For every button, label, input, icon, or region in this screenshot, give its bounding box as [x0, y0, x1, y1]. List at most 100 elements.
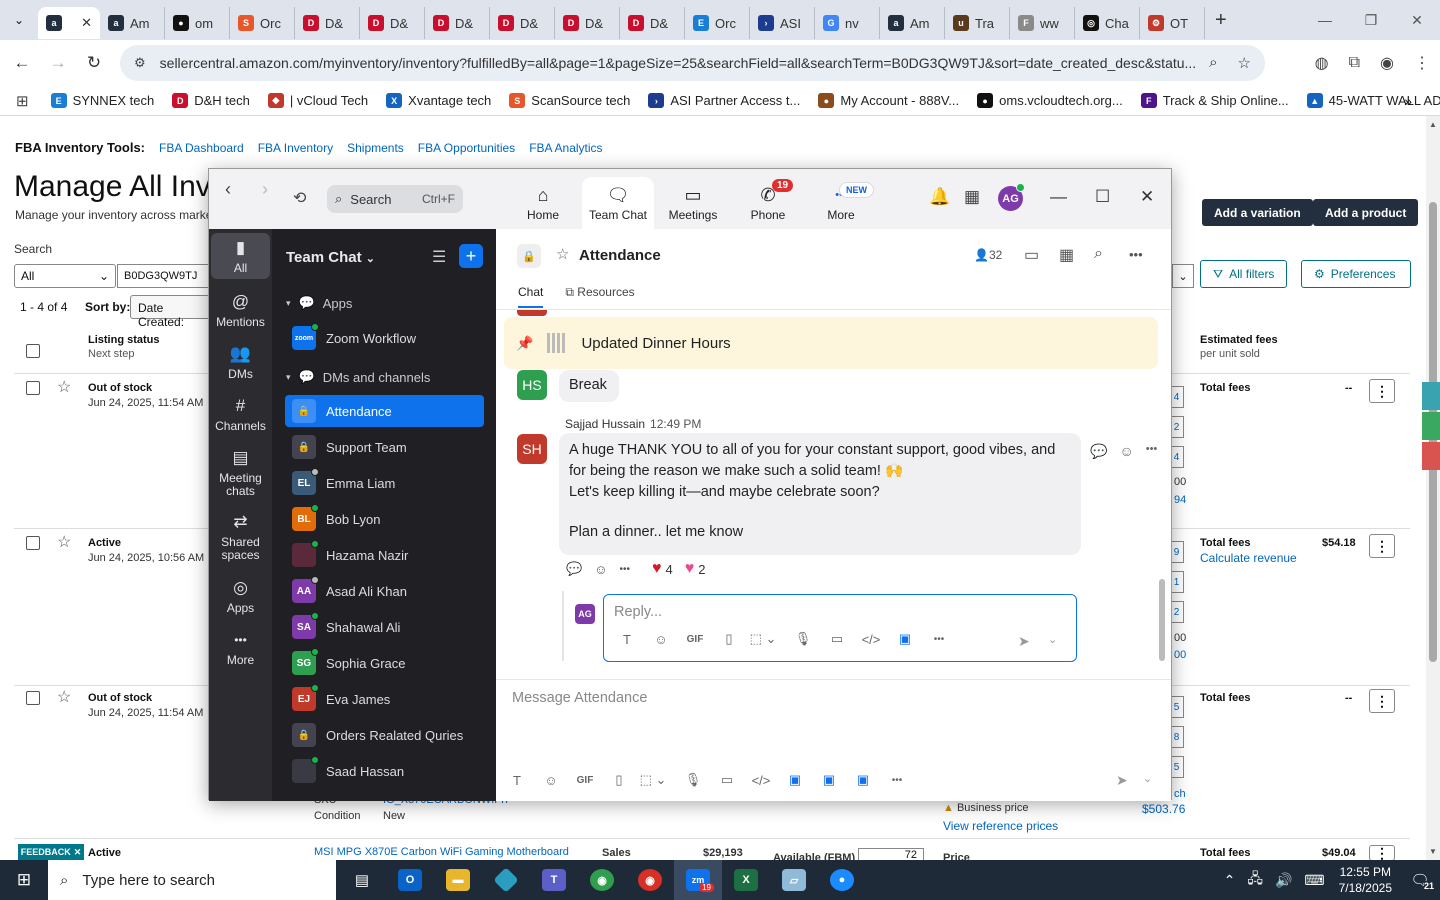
all-filters-button[interactable]: ⛛ All filters	[1200, 260, 1288, 288]
row-checkbox[interactable]	[26, 381, 40, 395]
close-tab-icon[interactable]: ✕	[81, 15, 92, 31]
row-actions-button[interactable]: ⋮	[1369, 534, 1395, 558]
video-icon[interactable]: ▭	[1024, 245, 1039, 265]
browser-tab[interactable]: ● om	[165, 7, 230, 39]
rail-item-dms[interactable]: 👥 DMs	[211, 345, 270, 381]
apps-grid-icon[interactable]: ⊞	[16, 92, 29, 110]
browser-tab[interactable]: a Am	[880, 7, 945, 39]
row-field-stub[interactable]: 8	[1170, 726, 1184, 748]
browser-tab[interactable]: D D&	[360, 7, 425, 39]
list-item[interactable]: SA Shahawal Ali	[285, 611, 484, 643]
members-count[interactable]: 👤32	[974, 248, 1002, 262]
windows-start-icon[interactable]: ⊞	[0, 860, 48, 900]
feedback-tab[interactable]: FEEDBACK ✕	[18, 844, 84, 860]
view-reference-prices-link[interactable]: View reference prices	[943, 819, 1058, 833]
list-item[interactable]: BL Bob Lyon	[285, 503, 484, 535]
row-checkbox[interactable]	[26, 691, 40, 705]
forward-icon[interactable]: ›	[262, 179, 268, 200]
reply-icon[interactable]: 💬	[1090, 443, 1107, 460]
team-chat-dropdown[interactable]: Team Chat ⌄	[286, 249, 375, 266]
more-dots-icon[interactable]: •••	[922, 634, 956, 645]
chrome-icon[interactable]: ◉	[578, 860, 626, 900]
side-widget-green[interactable]	[1422, 412, 1440, 440]
message-sender[interactable]: Sajjad Hussain	[565, 417, 645, 431]
rail-item-all[interactable]: ▮ All	[211, 233, 270, 279]
close-icon[interactable]: ✕	[74, 847, 82, 858]
calendar-icon[interactable]: ▦	[1059, 245, 1074, 265]
avatar[interactable]: HS	[517, 370, 547, 400]
search-icon[interactable]: ⌕	[1094, 245, 1103, 263]
list-item[interactable]: AA Asad Ali Khan	[285, 575, 484, 607]
file-explorer-icon[interactable]: ▬	[434, 860, 482, 900]
star-icon[interactable]: ☆	[57, 532, 71, 552]
close-icon[interactable]: ✕	[1394, 0, 1440, 40]
row-actions-button[interactable]: ⋮	[1369, 689, 1395, 713]
back-icon[interactable]: ‹	[225, 179, 231, 200]
list-item[interactable]: Hazama Nazir	[285, 539, 484, 571]
search-input[interactable]: B0DG3QW9TJ	[117, 264, 217, 288]
network-icon[interactable]: 🖧	[1247, 868, 1263, 892]
whiteboard-icon[interactable]: ▣	[888, 631, 922, 647]
notepad-icon[interactable]: ▱	[770, 860, 818, 900]
list-item[interactable]: Saad Hassan	[285, 755, 484, 787]
reaction-heart[interactable]: ♥ 4	[652, 560, 673, 578]
bookmark-item[interactable]: E SYNNEX tech	[50, 93, 154, 108]
browser-tab[interactable]: D D&	[555, 7, 620, 39]
maximize-icon[interactable]: ☐	[1095, 187, 1110, 207]
bookmark-item[interactable]: X Xvantage tech	[386, 93, 491, 108]
tab-resources[interactable]: ⧉ Resources	[565, 285, 634, 308]
row-actions-button[interactable]: ⋮	[1369, 845, 1395, 860]
list-item[interactable]: 🔒 Orders Realated Quries	[285, 719, 484, 751]
more-dots-icon[interactable]: •••	[1129, 247, 1143, 262]
browser-tab[interactable]: › ASI	[750, 7, 815, 39]
add-variation-button[interactable]: Add a variation	[1202, 199, 1313, 226]
extensions-puzzle-icon[interactable]: ⧉	[1349, 54, 1360, 72]
star-icon[interactable]: ☆	[57, 377, 71, 397]
minimize-icon[interactable]: —	[1302, 0, 1348, 40]
zoom-lens-icon[interactable]: ⌕	[1209, 54, 1217, 72]
browser-tab[interactable]: Gnv	[815, 7, 880, 39]
section-apps[interactable]: ▾ 💬 Apps	[286, 295, 352, 311]
site-info-icon[interactable]: ⚙	[134, 55, 146, 71]
scroll-down-icon[interactable]: ▼	[1429, 847, 1437, 856]
row-field-stub[interactable]: 1	[1170, 571, 1184, 593]
list-item[interactable]: EJ Eva James	[285, 683, 484, 715]
rail-item-meeting-chats[interactable]: ▤ Meeting chats	[211, 449, 270, 498]
browser-tab[interactable]: E Orc	[685, 7, 750, 39]
close-icon[interactable]: ✕	[1140, 187, 1154, 207]
add-reaction-icon[interactable]: ☺	[594, 562, 607, 577]
file-icon[interactable]: ▯	[602, 772, 636, 788]
notification-center-icon[interactable]: 🗨 21	[1406, 869, 1434, 891]
send-icon[interactable]: ➤	[1116, 772, 1128, 789]
file-icon[interactable]: ▯	[712, 631, 746, 647]
side-widget-teal[interactable]	[1422, 382, 1440, 410]
url-text[interactable]: sellercentral.amazon.com/myinventory/inv…	[160, 55, 1199, 71]
row-checkbox[interactable]	[26, 536, 40, 550]
reply-thread-icon[interactable]: 💬	[566, 561, 582, 577]
emoji-icon[interactable]: ☺	[644, 632, 678, 647]
row-field-stub[interactable]: 5	[1170, 756, 1184, 778]
browser-tab[interactable]: ⚙ OT	[1140, 7, 1205, 39]
row-field-stub[interactable]: 4	[1170, 386, 1184, 408]
calculate-revenue-link[interactable]: Calculate revenue	[1200, 551, 1297, 565]
browser-tab[interactable]: S Orc	[230, 7, 295, 39]
volume-icon[interactable]: 🔊	[1275, 872, 1292, 889]
row-field-stub[interactable]: 2	[1170, 601, 1184, 623]
send-options-chevron-icon[interactable]: ⌄	[1048, 633, 1057, 646]
tab-phone[interactable]: ✆ Phone 19	[732, 177, 804, 229]
more-dots-icon[interactable]: •••	[1146, 443, 1158, 460]
video-message-icon[interactable]: ▭	[710, 772, 744, 788]
browser-tab[interactable]: D D&	[490, 7, 555, 39]
new-tab-button[interactable]: +	[1215, 9, 1227, 32]
chrome-profile-icon[interactable]: ◉	[626, 860, 674, 900]
bookmark-item[interactable]: ◆ | vCloud Tech	[267, 93, 368, 108]
microphone-icon[interactable]: 🎙	[786, 631, 820, 647]
clips-icon[interactable]: ▣	[846, 772, 880, 788]
keyboard-icon[interactable]: ⌨	[1304, 872, 1324, 889]
gif-icon[interactable]: GIF	[568, 775, 602, 786]
teams-icon[interactable]: T	[530, 860, 578, 900]
tab-meetings[interactable]: ▭ Meetings	[657, 177, 729, 229]
browser-tab[interactable]: a Am	[100, 7, 165, 39]
bookmarks-overflow-icon[interactable]: »	[1404, 93, 1412, 109]
zoom-taskbar-icon[interactable]: zm 19	[674, 860, 722, 900]
